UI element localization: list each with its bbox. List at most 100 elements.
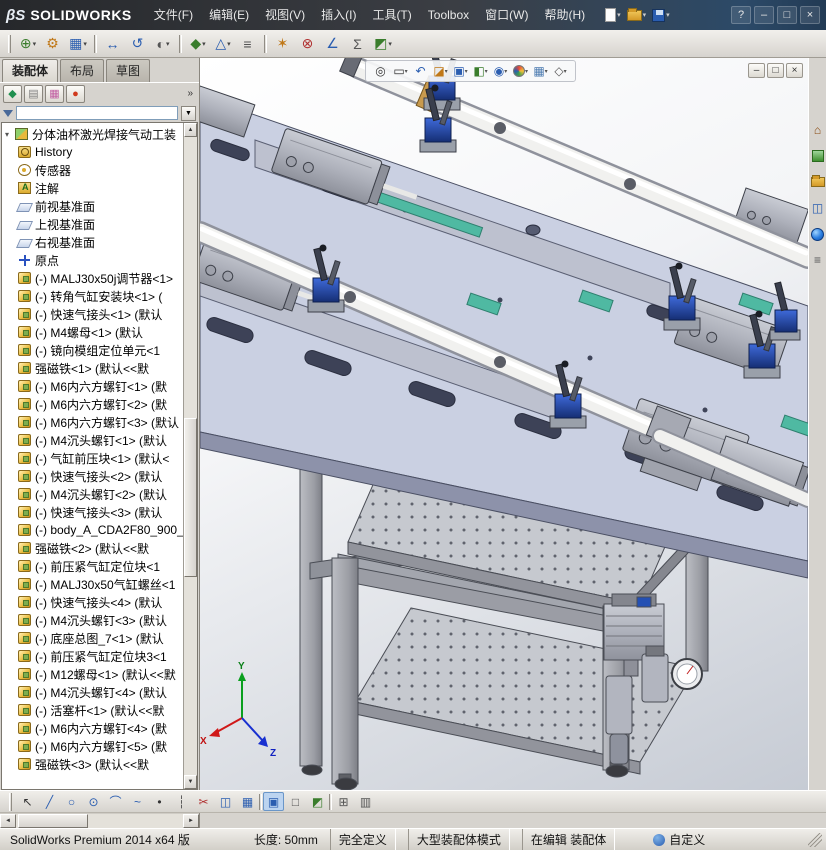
previous-view-icon[interactable]: ↶ (411, 62, 430, 80)
resize-grip[interactable] (808, 832, 822, 847)
show-hidden-components-icon[interactable]: ◐ ▾ (151, 33, 175, 55)
tree-item[interactable]: (-) 底座总图_7<1> (默认 (2, 629, 183, 647)
section-view-icon[interactable]: ◩ ▾ (371, 33, 395, 55)
commandmanager-tab[interactable]: 草图 (106, 59, 151, 82)
tree-vertical-scrollbar[interactable]: ▲ ▼ (183, 123, 197, 789)
exploded-view-icon[interactable]: ✶ (271, 33, 295, 55)
close-document-icon[interactable]: × (786, 63, 803, 78)
commandmanager-tab[interactable]: 装配体 (2, 59, 59, 82)
toolbar-separator[interactable] (94, 34, 97, 53)
tree-item[interactable]: (-) 转角气缸安装块<1> ( (2, 287, 183, 305)
expander-icon[interactable]: ▾ (5, 130, 15, 139)
tree-item[interactable]: (-) M6内六方螺钉<5> (默 (2, 737, 183, 755)
propertymanager-tab-icon[interactable]: ▤ (24, 84, 43, 103)
solidworks-resources-icon[interactable]: ⌂ (810, 122, 826, 138)
tree-item[interactable]: (-) 快速气接头<3> (默认 (2, 503, 183, 521)
tree-item[interactable]: (-) 快速气接头<1> (默认 (2, 305, 183, 323)
toolbar-grip[interactable] (9, 792, 12, 811)
tree-item[interactable]: (-) 前压紧气缸定位块3<1 (2, 647, 183, 665)
menu-item[interactable]: 窗口(W) (477, 0, 536, 30)
assembly-features-icon[interactable]: ◆ ▾ (186, 33, 210, 55)
tree-item[interactable]: 前视基准面 (2, 197, 183, 215)
tree-item[interactable]: (-) M12螺母<1> (默认<<默 (2, 665, 183, 683)
close-button[interactable]: × (800, 6, 820, 24)
open-folder-icon[interactable] (626, 7, 647, 21)
tree-item[interactable]: 强磁铁<1> (默认<<默 (2, 359, 183, 377)
zoom-area-icon[interactable]: ▭ ▾ (391, 62, 410, 80)
display-style-icon[interactable]: ◧ ▾ (471, 62, 490, 80)
tree-item[interactable]: (-) 快速气接头<4> (默认 (2, 593, 183, 611)
tree-item[interactable]: 传感器 (2, 161, 183, 179)
move-component-icon[interactable]: ↔ (101, 33, 125, 55)
measure-icon[interactable]: ∠ (321, 33, 345, 55)
menu-item[interactable]: 视图(V) (257, 0, 313, 30)
tree-item[interactable]: 强磁铁<2> (默认<<默 (2, 539, 183, 557)
menu-item[interactable]: 文件(F) (146, 0, 201, 30)
tree-item[interactable]: (-) 镜向模组定位单元<1 (2, 341, 183, 359)
menu-item[interactable]: 帮助(H) (536, 0, 593, 30)
view-settings-icon[interactable]: ◇ ▾ (551, 62, 570, 80)
commandmanager-tab[interactable]: 布局 (60, 59, 105, 82)
tree-item-root[interactable]: ▾ 分体油杯激光焊接气动工装 (2, 125, 183, 143)
insert-component-icon[interactable]: ⊕ ▾ (16, 33, 40, 55)
tree-item[interactable]: (-) 气缸前压块<1> (默认< (2, 449, 183, 467)
displaymanager-tab-icon[interactable]: ● (66, 84, 85, 103)
rotate-component-icon[interactable]: ↺ (126, 33, 150, 55)
model-3d-view[interactable]: Y X Z (200, 58, 808, 790)
interference-detection-icon[interactable]: ⊗ (296, 33, 320, 55)
edit-appearance-icon[interactable]: ▾ (511, 62, 530, 80)
linear-pattern-tool-icon[interactable]: ▦ (237, 792, 258, 811)
tree-item[interactable]: (-) M4沉头螺钉<1> (默认 (2, 431, 183, 449)
new-document-icon[interactable] (605, 8, 621, 22)
scroll-left-icon[interactable]: ◄ (0, 813, 16, 828)
tree-item[interactable]: (-) 活塞杆<1> (默认<<默 (2, 701, 183, 719)
overflow-chevron-icon[interactable]: » (187, 88, 196, 99)
mate-icon[interactable]: ⚙ (41, 33, 65, 55)
spline-tool-icon[interactable]: ~ (127, 792, 148, 811)
toolbar-separator[interactable] (264, 34, 267, 53)
sketchbar-separator[interactable] (329, 793, 332, 810)
design-library-icon[interactable] (810, 148, 826, 164)
tree-item[interactable]: (-) M4螺母<1> (默认 (2, 323, 183, 341)
tree-item[interactable]: 原点 (2, 251, 183, 269)
maximize-button[interactable]: □ (777, 6, 797, 24)
bill-of-materials-icon[interactable]: ≡ (236, 33, 260, 55)
tree-item[interactable]: (-) MALJ30x50气缸螺丝<1 (2, 575, 183, 593)
ellipse-tool-icon[interactable]: ⊙ (83, 792, 104, 811)
point-tool-icon[interactable]: • (149, 792, 170, 811)
reference-geometry-icon[interactable]: △ ▾ (211, 33, 235, 55)
menu-item[interactable]: 插入(I) (313, 0, 364, 30)
custom-status-button[interactable]: 自定义 (653, 831, 705, 848)
tree-horizontal-scrollbar[interactable]: ◄ ► (0, 813, 200, 828)
custom-properties-icon[interactable]: ≡ (810, 252, 826, 268)
tree-item[interactable]: (-) M4沉头螺钉<2> (默认 (2, 485, 183, 503)
filter-input[interactable] (16, 106, 178, 120)
zoom-fit-icon[interactable]: ◎ (371, 62, 390, 80)
sketchbar-separator[interactable] (259, 793, 262, 810)
tree-item[interactable]: History (2, 143, 183, 161)
graphics-viewport[interactable]: Y X Z ◎ ▭ ▾ ↶ ◪ ▾ ▣ ▾ ◧ ▾ ◉ ▾ ▾ ▦ ▾ ◇ ▾ … (200, 58, 808, 790)
line-tool-icon[interactable]: ╱ (39, 792, 60, 811)
section-view-icon[interactable]: ◪ ▾ (431, 62, 450, 80)
tree-item[interactable]: 右视基准面 (2, 233, 183, 251)
restore-document-icon[interactable]: □ (767, 63, 784, 78)
filter-dropdown-icon[interactable]: ▼ (181, 105, 196, 121)
section-display-icon[interactable]: ◩ (307, 792, 328, 811)
apply-scene-icon[interactable]: ▦ ▾ (531, 62, 550, 80)
scroll-right-icon[interactable]: ► (183, 813, 199, 828)
scroll-down-icon[interactable]: ▼ (184, 775, 197, 789)
view-orientation-icon[interactable]: ▣ ▾ (451, 62, 470, 80)
toolbar-grip[interactable] (8, 34, 11, 53)
minimize-document-icon[interactable]: – (748, 63, 765, 78)
tree-item[interactable]: (-) MALJ30x50j调节器<1> (2, 269, 183, 287)
menu-item[interactable]: 工具(T) (364, 0, 419, 30)
menu-item[interactable]: Toolbox (420, 0, 477, 30)
tree-item[interactable]: (-) M6内六方螺钉<4> (默 (2, 719, 183, 737)
tree-item[interactable]: 注解 (2, 179, 183, 197)
tree-item[interactable]: (-) 快速气接头<2> (默认 (2, 467, 183, 485)
help-button[interactable]: ? (731, 6, 751, 24)
grid-icon[interactable]: ⊞ (333, 792, 354, 811)
scrollbar-thumb[interactable] (184, 417, 197, 578)
save-icon[interactable] (652, 8, 670, 22)
table-icon[interactable]: ▥ (355, 792, 376, 811)
